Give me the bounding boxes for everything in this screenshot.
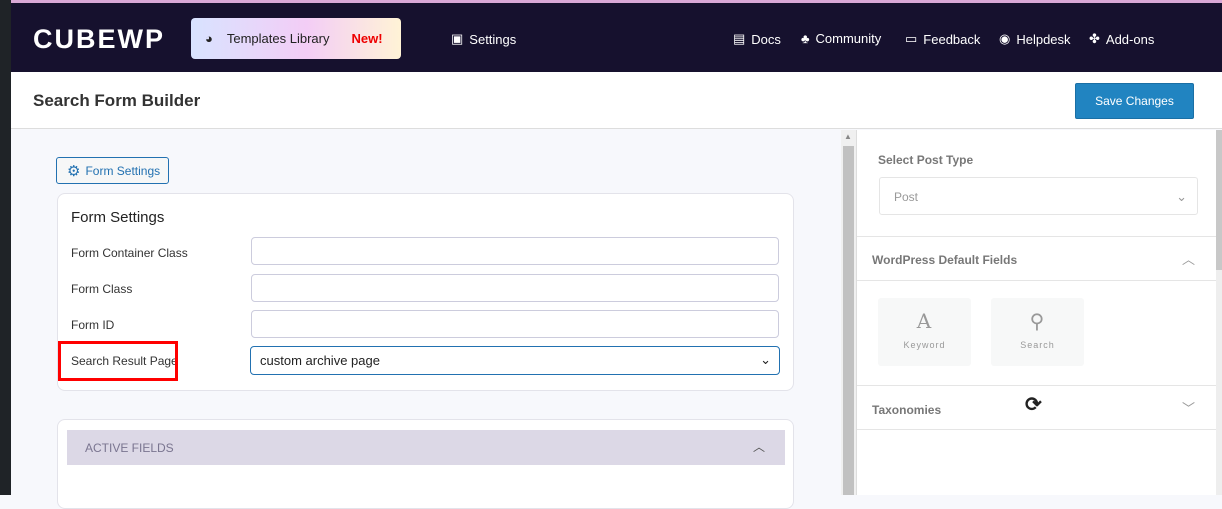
post-type-label: Select Post Type xyxy=(878,153,974,167)
scroll-up-icon[interactable]: ▲ xyxy=(844,132,852,141)
default-fields-heading: WordPress Default Fields xyxy=(872,253,1018,267)
dashboard-icon: ◕ xyxy=(205,31,213,46)
title-bar: Search Form Builder Save Changes xyxy=(11,72,1222,129)
divider xyxy=(857,280,1217,281)
search-field-tile[interactable]: ⚲ Search xyxy=(991,298,1084,366)
scrollbar[interactable]: ▲ xyxy=(841,130,856,495)
nav-label: Docs xyxy=(751,31,781,47)
selected-value: custom archive page xyxy=(260,353,380,368)
templates-library-button[interactable]: ◕ Templates Library New! xyxy=(191,18,401,59)
save-changes-button[interactable]: Save Changes xyxy=(1075,83,1194,119)
text-icon: A xyxy=(916,309,933,333)
active-fields-label: ACTIVE FIELDS xyxy=(85,441,174,455)
nav-label: Helpdesk xyxy=(1016,31,1071,47)
admin-sidebar-edge xyxy=(0,0,11,495)
field-label: Form ID xyxy=(71,318,115,332)
form-id-input[interactable] xyxy=(251,310,779,338)
chevron-up-icon[interactable]: ︿ xyxy=(753,438,765,455)
post-type-value: Post xyxy=(894,190,919,204)
form-class-input[interactable] xyxy=(251,274,779,302)
community-icon: ♣ xyxy=(801,31,810,46)
form-settings-heading: Form Settings xyxy=(71,209,165,226)
lifebuoy-icon: ◉ xyxy=(999,31,1011,46)
new-badge: New! xyxy=(351,31,383,46)
keyword-field-tile[interactable]: A Keyword xyxy=(878,298,971,366)
tile-label: Keyword xyxy=(903,340,946,350)
page-scrollbar[interactable] xyxy=(1216,130,1222,495)
nav-addons[interactable]: ✤ Add-ons xyxy=(1089,31,1154,47)
nav-settings[interactable]: ▣ Settings xyxy=(451,31,516,47)
chevron-down-icon: ⌄ xyxy=(1176,189,1187,204)
cubewp-logo[interactable]: CUBEWP xyxy=(33,24,165,55)
chevron-down-icon[interactable]: ﹀ xyxy=(1182,398,1195,417)
search-icon: ⚲ xyxy=(1029,309,1046,333)
nav-label: Settings xyxy=(469,31,517,47)
form-container-class-input[interactable] xyxy=(251,237,779,265)
form-settings-label: Form Settings xyxy=(85,163,161,178)
chevron-up-icon[interactable]: ︿ xyxy=(1182,249,1195,268)
gear-icon: ⚙ xyxy=(67,162,81,180)
loading-spinner-icon: ⟳ xyxy=(1025,394,1042,416)
nav-helpdesk[interactable]: ◉ Helpdesk xyxy=(999,31,1071,47)
form-settings-card: Form Settings Form Container Class Form … xyxy=(57,193,794,391)
field-label: Form Container Class xyxy=(71,246,188,260)
fields-sidebar: Select Post Type Post ⌄ WordPress Default… xyxy=(856,130,1217,495)
post-type-select[interactable]: Post ⌄ xyxy=(879,177,1198,215)
page-title: Search Form Builder xyxy=(33,91,201,110)
taxonomies-section[interactable]: Taxonomies ⟳ ﹀ xyxy=(857,385,1217,430)
chevron-down-icon: ⌄ xyxy=(760,352,771,367)
feedback-icon: ▭ xyxy=(905,31,918,46)
nav-label: Community xyxy=(815,31,882,46)
nav-label: Add-ons xyxy=(1105,31,1155,47)
nav-community[interactable]: ♣ Community xyxy=(801,31,881,46)
top-nav: CUBEWP ◕ Templates Library New! ▣ Setting… xyxy=(11,3,1222,72)
default-fields-section[interactable]: WordPress Default Fields ︿ xyxy=(857,236,1217,281)
templates-library-label: Templates Library xyxy=(226,31,330,46)
scrollbar-thumb[interactable] xyxy=(843,146,854,495)
nav-docs[interactable]: ▤ Docs xyxy=(733,31,781,47)
active-fields-card: ACTIVE FIELDS ︿ xyxy=(57,419,794,509)
doc-icon: ▤ xyxy=(733,31,746,46)
page-scrollbar-thumb[interactable] xyxy=(1216,130,1222,270)
nav-label: Feedback xyxy=(923,31,981,47)
puzzle-icon: ✤ xyxy=(1089,31,1100,46)
nav-feedback[interactable]: ▭ Feedback xyxy=(905,31,980,47)
settings-icon: ▣ xyxy=(451,31,464,46)
form-settings-button[interactable]: ⚙ Form Settings xyxy=(56,157,169,184)
tile-label: Search xyxy=(1020,340,1055,350)
field-label: Form Class xyxy=(71,282,133,296)
active-fields-header[interactable]: ACTIVE FIELDS ︿ xyxy=(67,430,785,465)
taxonomies-heading: Taxonomies xyxy=(872,403,942,417)
highlight-box xyxy=(58,341,178,381)
search-result-page-select[interactable]: custom archive page ⌄ xyxy=(250,346,780,375)
